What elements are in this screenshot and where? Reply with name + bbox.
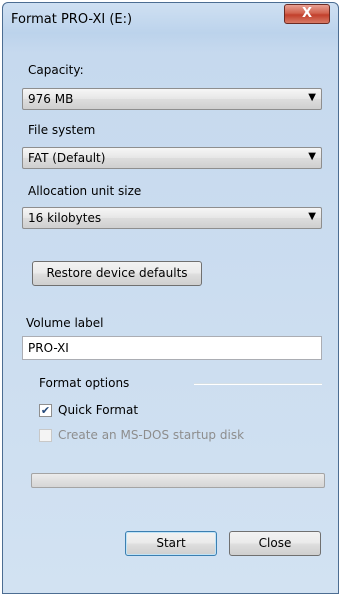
window-title: Format PRO-XI (E:) [11,12,133,27]
chevron-down-icon: ▼ [308,211,316,222]
file-system-select[interactable]: FAT (Default) ▼ [22,147,322,169]
capacity-select[interactable]: 976 MB ▼ [22,88,322,110]
quick-format-label[interactable]: Quick Format [58,403,138,417]
start-button[interactable]: Start [125,531,217,556]
title-bar[interactable]: Format PRO-XI (E:) X [3,3,338,33]
format-options-divider [194,383,322,385]
volume-label-input[interactable]: PRO-XI [22,336,322,360]
quick-format-checkbox[interactable]: ✔ [39,404,52,417]
capacity-value: 976 MB [28,92,74,106]
allocation-unit-label: Allocation unit size [28,184,142,198]
format-options-heading: Format options [39,376,130,390]
checkmark-icon: ✔ [40,404,51,417]
close-button[interactable]: Close [229,531,321,556]
restore-device-defaults-button[interactable]: Restore device defaults [32,261,202,286]
file-system-label: File system [28,123,96,137]
volume-label-caption: Volume label [26,316,104,330]
format-progress-bar [31,473,325,488]
allocation-unit-select[interactable]: 16 kilobytes ▼ [22,207,322,229]
file-system-value: FAT (Default) [28,151,106,165]
close-window-button[interactable]: X [284,4,330,24]
volume-label-value: PRO-XI [28,341,69,355]
chevron-down-icon: ▼ [308,92,316,103]
allocation-unit-value: 16 kilobytes [28,211,102,225]
msdos-startup-disk-checkbox [39,429,52,442]
msdos-startup-disk-label: Create an MS-DOS startup disk [58,428,245,442]
chevron-down-icon: ▼ [308,151,316,162]
capacity-label: Capacity: [28,63,84,77]
close-icon: X [301,6,313,21]
